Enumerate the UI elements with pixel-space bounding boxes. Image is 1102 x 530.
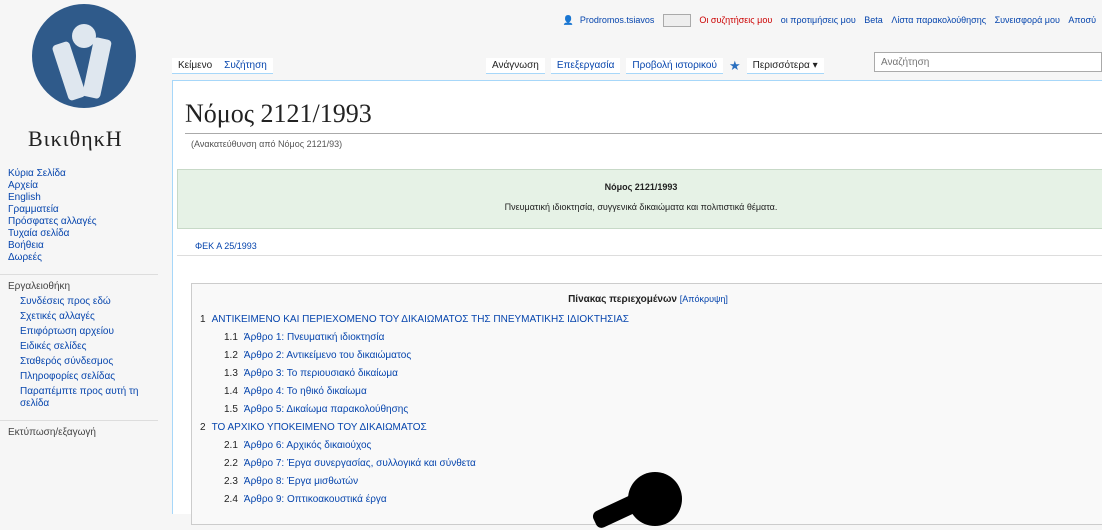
- toc-item-link[interactable]: ΑΝΤΙΚΕΙΜΕΝΟ ΚΑΙ ΠΕΡΙΕΧΟΜΕΝΟ ΤΟΥ ΔΙΚΑΙΩΜΑ…: [212, 314, 629, 325]
- sidebar-item-cite-page[interactable]: Παραπέμπτε προς αυτή τη σελίδα: [0, 386, 170, 410]
- sidebar-item-upload-file[interactable]: Επιφόρτωση αρχείου: [0, 326, 170, 338]
- title-divider: [185, 133, 1102, 134]
- header-box: Νόμος 2121/1993 Πνευματική ιδιοκτησία, σ…: [177, 169, 1102, 229]
- sidebar-item-archives[interactable]: Αρχεία: [0, 180, 170, 192]
- toc-item-link[interactable]: Άρθρο 4: Το ηθικό δικαίωμα: [244, 386, 367, 397]
- toc-item-link[interactable]: Άρθρο 3: Το περιουσιακό δικαίωμα: [244, 368, 398, 379]
- header-title: Νόμος 2121/1993: [604, 182, 678, 192]
- my-talk-link[interactable]: Οι συζητήσεις μου: [699, 15, 772, 25]
- tab-edit[interactable]: Επεξεργασία: [550, 58, 621, 74]
- more-menu[interactable]: Περισσότερα ▾: [746, 58, 824, 74]
- notifications-toggle[interactable]: [662, 14, 691, 27]
- sidebar: Κύρια Σελίδα Αρχεία English Γραμματεία Π…: [0, 168, 170, 439]
- toc-item[interactable]: 1.1 Άρθρο 1: Πνευματική ιδιοκτησία: [200, 329, 1102, 347]
- logo-text: ΒικιθηκΗ: [28, 126, 123, 151]
- toc-title: Πίνακας περιεχομένων [Απόκρυψη]: [192, 294, 1102, 305]
- page-title: Νόμος 2121/1993: [185, 99, 372, 128]
- sidebar-item-random-page[interactable]: Τυχαία σελίδα: [0, 228, 170, 240]
- toc-item-link[interactable]: Άρθρο 8: Έργα μισθωτών: [244, 476, 358, 487]
- sidebar-item-related-changes[interactable]: Σχετικές αλλαγές: [0, 311, 170, 323]
- toc-item-link[interactable]: Άρθρο 9: Οπτικοακουστικά έργα: [244, 494, 387, 505]
- toc-item-number: 2.2: [224, 458, 238, 469]
- toc-heading: Πίνακας περιεχομένων: [568, 294, 677, 305]
- toc-item[interactable]: 1.2 Άρθρο 2: Αντικείμενο του δικαιώματος: [200, 347, 1102, 365]
- toc-item[interactable]: 2.2 Άρθρο 7: Έργα συνεργασίας, συλλογικά …: [200, 455, 1102, 473]
- sidebar-item-recent-changes[interactable]: Πρόσφατες αλλαγές: [0, 216, 170, 228]
- user-link[interactable]: Prodromos.tsiavos: [580, 15, 655, 25]
- toc-item-number: 1.1: [224, 332, 238, 343]
- main-content: Νόμος 2121/1993 (Ανακατεύθυνση από Νόμος…: [172, 80, 1102, 525]
- tab-history[interactable]: Προβολή ιστορικού: [626, 58, 723, 74]
- toc-item-number: 1.3: [224, 368, 238, 379]
- toc-item-number: 2: [200, 422, 206, 433]
- site-logo[interactable]: ΒικιθηκΗ: [0, 0, 170, 160]
- toc-item-link[interactable]: Άρθρο 2: Αντικείμενο του δικαιώματος: [244, 350, 411, 361]
- toc-item-link[interactable]: Άρθρο 1: Πνευματική ιδιοκτησία: [244, 332, 385, 343]
- namespace-tabs: Κείμενο Συζήτηση: [172, 58, 273, 74]
- toc-item[interactable]: 2 ΤΟ ΑΡΧΙΚΟ ΥΠΟΚΕΙΜΕΝΟ ΤΟΥ ΔΙΚΑΙΩΜΑΤΟΣ: [200, 419, 1102, 437]
- toc-item-number: 1.2: [224, 350, 238, 361]
- tab-text[interactable]: Κείμενο: [172, 58, 219, 74]
- beta-link[interactable]: Beta: [864, 15, 883, 25]
- toc-item[interactable]: 1 ΑΝΤΙΚΕΙΜΕΝΟ ΚΑΙ ΠΕΡΙΕΧΟΜΕΝΟ ΤΟΥ ΔΙΚΑΙΩΜ…: [200, 311, 1102, 329]
- toc-item-number: 2.4: [224, 494, 238, 505]
- search-input[interactable]: [874, 52, 1102, 72]
- toc-item-number: 1.5: [224, 404, 238, 415]
- sidebar-item-what-links-here[interactable]: Συνδέσεις προς εδώ: [0, 296, 170, 308]
- toc-item-number: 2.3: [224, 476, 238, 487]
- logo-globe-icon: [32, 4, 136, 108]
- toolbox-heading[interactable]: Εργαλειοθήκη: [0, 274, 158, 293]
- toc-item-number: 1.4: [224, 386, 238, 397]
- sidebar-item-page-info[interactable]: Πληροφορίες σελίδας: [0, 371, 170, 383]
- sidebar-item-donations[interactable]: Δωρεές: [0, 252, 170, 264]
- preferences-link[interactable]: οι προτιμήσεις μου: [781, 15, 856, 25]
- watch-star-icon[interactable]: ★: [729, 58, 741, 74]
- sidebar-item-main-page[interactable]: Κύρια Σελίδα: [0, 168, 170, 180]
- toc-hide-link[interactable]: [Απόκρυψη]: [680, 294, 728, 304]
- personal-tools: 👤 Prodromos.tsiavos Οι συζητήσεις μου οι …: [557, 14, 1096, 27]
- contributions-link[interactable]: Συνεισφορά μου: [995, 15, 1060, 25]
- sidebar-item-secretariat[interactable]: Γραμματεία: [0, 204, 170, 216]
- tab-read[interactable]: Ανάγνωση: [486, 58, 545, 74]
- toc-item-link[interactable]: ΤΟ ΑΡΧΙΚΟ ΥΠΟΚΕΙΜΕΝΟ ΤΟΥ ΔΙΚΑΙΩΜΑΤΟΣ: [212, 422, 427, 433]
- toc-item[interactable]: 1.5 Άρθρο 5: Δικαίωμα παρακολούθησης: [200, 401, 1102, 419]
- fek-link[interactable]: ΦΕΚ Α 25/1993: [195, 241, 257, 251]
- tab-discussion[interactable]: Συζήτηση: [218, 58, 273, 74]
- toc-item[interactable]: 1.3 Άρθρο 3: Το περιουσιακό δικαίωμα: [200, 365, 1102, 383]
- toc-item-link[interactable]: Άρθρο 6: Αρχικός δικαιούχος: [244, 440, 371, 451]
- logout-link[interactable]: Αποσύ: [1068, 15, 1096, 25]
- header-subtitle: Πνευματική ιδιοκτησία, συγγενικά δικαιώμ…: [504, 202, 778, 212]
- sidebar-item-special-pages[interactable]: Ειδικές σελίδες: [0, 341, 170, 353]
- toc-item-number: 2.1: [224, 440, 238, 451]
- divider: [177, 255, 1102, 256]
- sidebar-item-english[interactable]: English: [0, 192, 170, 204]
- watchlist-link[interactable]: Λίστα παρακολούθησης: [891, 15, 986, 25]
- toc-item-link[interactable]: Άρθρο 5: Δικαίωμα παρακολούθησης: [244, 404, 408, 415]
- cursor-icon: [628, 472, 682, 526]
- redirect-note: (Ανακατεύθυνση από Νόμος 2121/93): [191, 139, 343, 149]
- toc-item-number: 1: [200, 314, 206, 325]
- user-icon: 👤: [562, 14, 574, 25]
- sidebar-item-help[interactable]: Βοήθεια: [0, 240, 170, 252]
- toc-item-link[interactable]: Άρθρο 7: Έργα συνεργασίας, συλλογικά και…: [244, 458, 476, 469]
- view-tabs: Ανάγνωση Επεξεργασία Προβολή ιστορικού ★…: [480, 58, 824, 74]
- toc-item[interactable]: 2.1 Άρθρο 6: Αρχικός δικαιούχος: [200, 437, 1102, 455]
- toc-item[interactable]: 1.4 Άρθρο 4: Το ηθικό δικαίωμα: [200, 383, 1102, 401]
- print-export-heading[interactable]: Εκτύπωση/εξαγωγή: [0, 420, 158, 439]
- sidebar-item-permanent-link[interactable]: Σταθερός σύνδεσμος: [0, 356, 170, 368]
